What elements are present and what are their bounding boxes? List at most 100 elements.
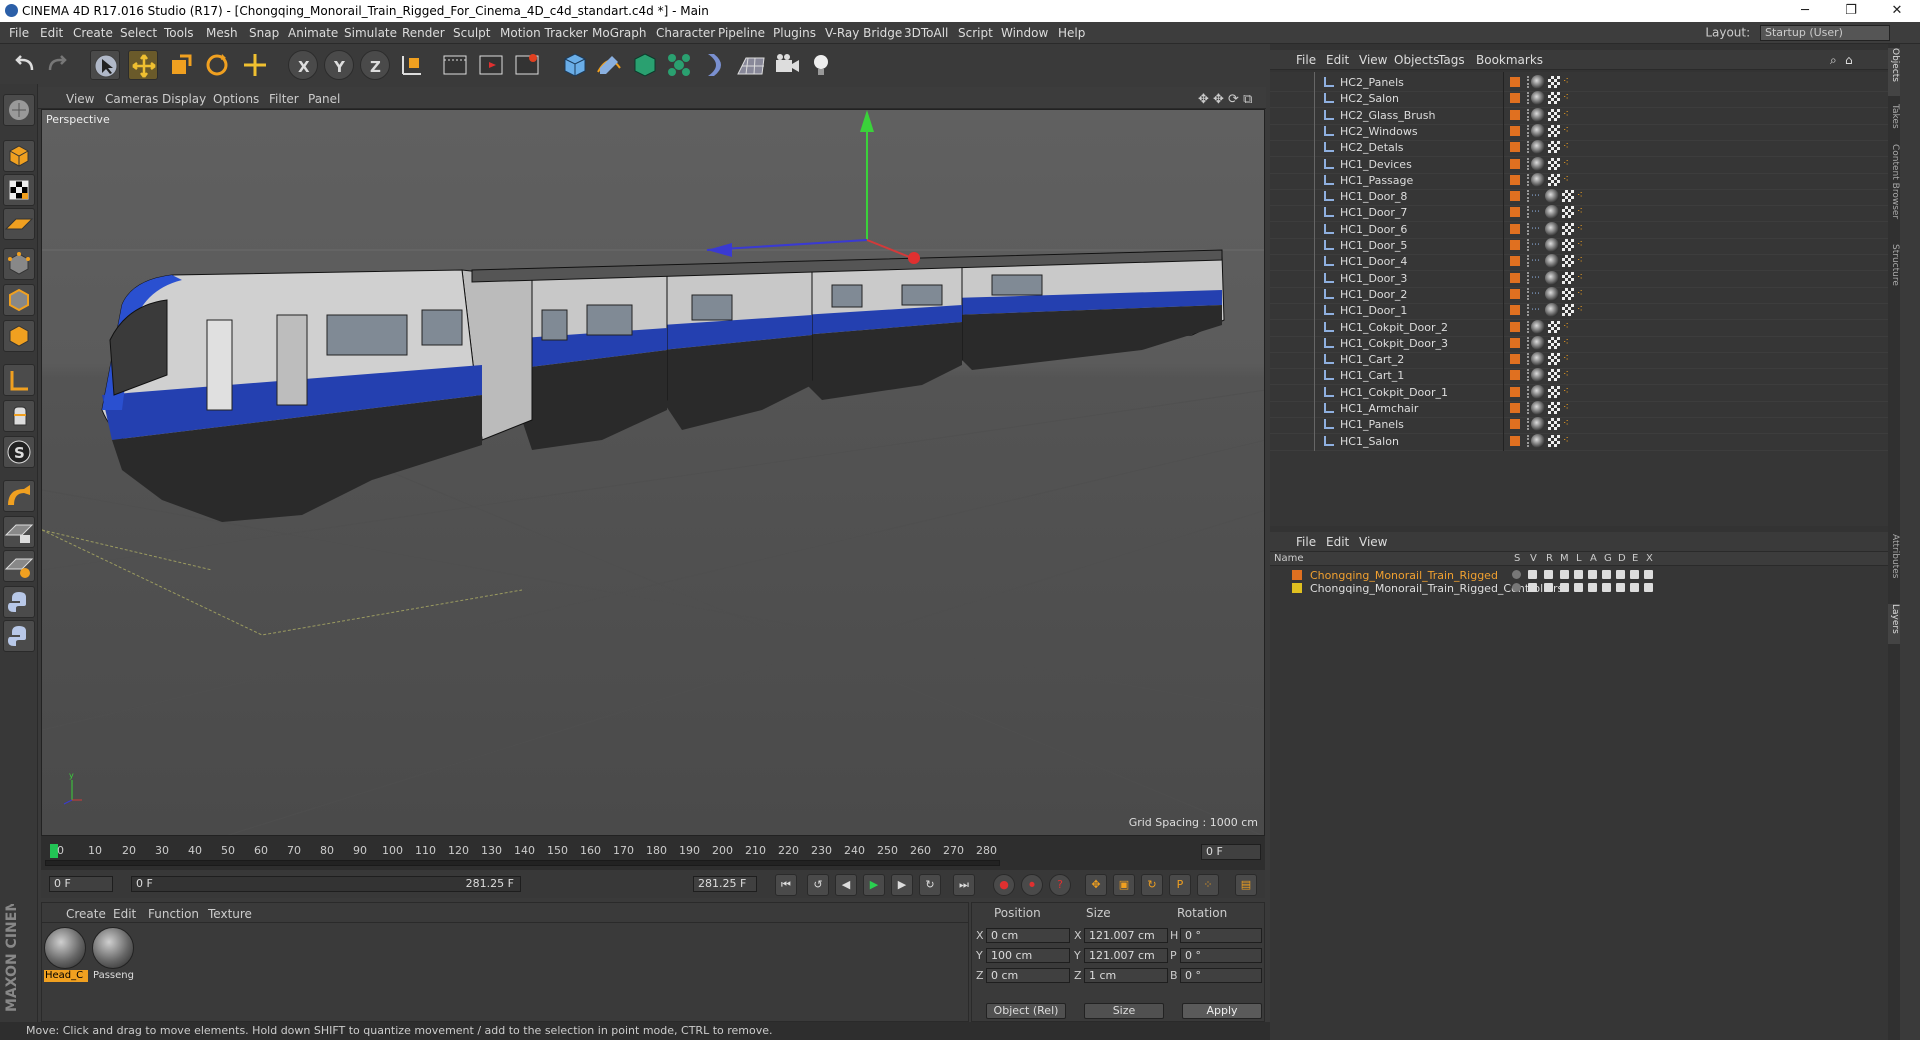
- texture-tag-icon[interactable]: [1562, 287, 1574, 300]
- layer-color-icon[interactable]: [1510, 288, 1520, 299]
- render-to-picture-viewer-icon[interactable]: [476, 50, 506, 80]
- make-editable-icon[interactable]: [3, 94, 35, 126]
- tab-layers[interactable]: Layers: [1888, 604, 1900, 644]
- apply-button[interactable]: Apply: [1182, 1003, 1262, 1019]
- layer-color-icon[interactable]: [1510, 191, 1520, 202]
- material-tag-icon[interactable]: [1545, 254, 1559, 269]
- camera-icon[interactable]: [772, 50, 802, 80]
- viewport-menu-filter[interactable]: Filter: [269, 92, 299, 106]
- layer-visible-toggle-icon[interactable]: [1528, 583, 1537, 592]
- texture-tag-icon[interactable]: [1548, 336, 1560, 349]
- viewport-nav-icons[interactable]: ✥ ✥ ⟳ ⧉: [1198, 92, 1252, 107]
- layers-menu-view[interactable]: View: [1359, 535, 1387, 549]
- texture-tag-icon[interactable]: [1548, 124, 1560, 137]
- parameter-key-icon[interactable]: P: [1169, 874, 1191, 896]
- position-key-icon[interactable]: ✥: [1085, 874, 1107, 896]
- ik-tag-icon[interactable]: ⁖: [1563, 92, 1575, 104]
- position-y-field[interactable]: 100 cm: [986, 948, 1070, 963]
- ik-tag-icon[interactable]: ⁖: [1563, 418, 1575, 430]
- layer-solo-toggle-icon[interactable]: [1512, 583, 1521, 592]
- record-active-objects-icon[interactable]: ●: [993, 874, 1015, 896]
- layer-color-icon[interactable]: [1510, 158, 1520, 169]
- constraint-tag-icon[interactable]: ⋯: [1531, 223, 1545, 235]
- layers-menu-edit[interactable]: Edit: [1326, 535, 1349, 549]
- autokeying-icon[interactable]: ⏺: [1021, 874, 1043, 896]
- ik-tag-icon[interactable]: ⁖: [1577, 190, 1589, 202]
- snapping-icon[interactable]: S: [3, 436, 35, 468]
- material-tag-icon[interactable]: [1545, 221, 1559, 236]
- maximize-button[interactable]: ❐: [1828, 0, 1874, 22]
- layer-manager-toggle-icon[interactable]: [1560, 570, 1569, 579]
- layer-row[interactable]: Chongqing_Monorail_Train_Rigged: [1270, 568, 1888, 582]
- menu-simulate[interactable]: Simulate: [344, 26, 397, 40]
- render-settings-icon[interactable]: [512, 50, 542, 80]
- layer-color-icon[interactable]: [1510, 109, 1520, 120]
- objects-menu-view[interactable]: View: [1359, 53, 1387, 67]
- layer-render-toggle-icon[interactable]: [1544, 570, 1553, 579]
- menu-render[interactable]: Render: [402, 26, 445, 40]
- position-x-field[interactable]: 0 cm: [986, 928, 1070, 943]
- spline-pen-icon[interactable]: [594, 50, 624, 80]
- layer-xref-toggle-icon[interactable]: [1644, 583, 1653, 592]
- menu-character[interactable]: Character: [656, 26, 715, 40]
- ik-tag-icon[interactable]: ⁖: [1577, 255, 1589, 267]
- layer-color-swatch[interactable]: [1292, 583, 1302, 593]
- close-button[interactable]: ✕: [1874, 0, 1920, 22]
- render-view-icon[interactable]: [440, 50, 470, 80]
- objects-menu-objects[interactable]: Objects: [1394, 53, 1439, 67]
- menu-sculpt[interactable]: Sculpt: [453, 26, 490, 40]
- layer-color-swatch[interactable]: [1292, 570, 1302, 580]
- ik-tag-icon[interactable]: ⁖: [1577, 288, 1589, 300]
- material-tag-icon[interactable]: [1545, 270, 1559, 285]
- cloner-icon[interactable]: [664, 50, 694, 80]
- timeline-window-icon[interactable]: ▤: [1235, 874, 1257, 896]
- light-icon[interactable]: [806, 50, 836, 80]
- menu-vray-bridge[interactable]: V-Ray Bridge: [825, 26, 902, 40]
- layer-deformers-toggle-icon[interactable]: [1616, 583, 1625, 592]
- recent-tool-icon[interactable]: [240, 50, 270, 80]
- material-menu-edit[interactable]: Edit: [113, 907, 136, 921]
- layer-color-icon[interactable]: [1510, 272, 1520, 283]
- material-tag-icon[interactable]: [1531, 401, 1545, 415]
- constraint-tag-icon[interactable]: ⋯: [1531, 288, 1545, 300]
- tab-objects[interactable]: Objects: [1888, 48, 1900, 96]
- move-gizmo[interactable]: [706, 110, 920, 264]
- constraint-tag-icon[interactable]: ⋯: [1531, 304, 1545, 316]
- keyframe-selection-icon[interactable]: ?: [1049, 874, 1071, 896]
- next-frame-icon[interactable]: ▶: [891, 874, 913, 896]
- ik-tag-icon[interactable]: ⁖: [1563, 386, 1575, 398]
- current-frame-field[interactable]: 0 F: [1201, 844, 1261, 860]
- material-tag-icon[interactable]: [1531, 91, 1545, 106]
- z-axis-lock-icon[interactable]: Z: [360, 50, 390, 80]
- material-tag-icon[interactable]: [1545, 238, 1559, 252]
- ik-tag-icon[interactable]: ⁖: [1563, 158, 1575, 170]
- deformer-bend-icon[interactable]: [700, 50, 730, 80]
- texture-tag-icon[interactable]: [1548, 320, 1560, 333]
- menu-pipeline[interactable]: Pipeline: [718, 26, 765, 40]
- menu-animate[interactable]: Animate: [288, 26, 338, 40]
- layer-deformers-toggle-icon[interactable]: [1616, 570, 1625, 579]
- python-script-2-icon[interactable]: [3, 620, 35, 652]
- material-tag-icon[interactable]: [1531, 384, 1545, 399]
- ik-tag-icon[interactable]: ⁖: [1563, 435, 1575, 447]
- material-tag-icon[interactable]: [1531, 417, 1545, 432]
- rotation-key-icon[interactable]: ↻: [1141, 874, 1163, 896]
- size-x-field[interactable]: 121.007 cm: [1084, 928, 1168, 943]
- layer-expressions-toggle-icon[interactable]: [1630, 583, 1639, 592]
- ik-tag-icon[interactable]: ⁖: [1563, 141, 1575, 153]
- size-y-field[interactable]: 121.007 cm: [1084, 948, 1168, 963]
- texture-tag-icon[interactable]: [1562, 190, 1574, 203]
- layer-color-icon[interactable]: [1510, 386, 1520, 397]
- layer-color-icon[interactable]: [1510, 240, 1520, 250]
- material-menu-create[interactable]: Create: [66, 907, 106, 921]
- grid-lock-icon[interactable]: [3, 516, 35, 548]
- menu-create[interactable]: Create: [73, 26, 113, 40]
- layer-color-icon[interactable]: [1510, 337, 1520, 348]
- edges-mode-icon[interactable]: [3, 284, 35, 316]
- timeline-ruler[interactable]: 0 10 20 30 40 50 60 70 80 90 100 110 120…: [41, 836, 1265, 870]
- layer-expressions-toggle-icon[interactable]: [1630, 570, 1639, 579]
- viewport-menu-options[interactable]: Options: [213, 92, 259, 106]
- coordinate-system-icon[interactable]: [397, 50, 427, 80]
- texture-mode-icon[interactable]: [3, 174, 35, 206]
- material-tag-icon[interactable]: [1531, 368, 1545, 383]
